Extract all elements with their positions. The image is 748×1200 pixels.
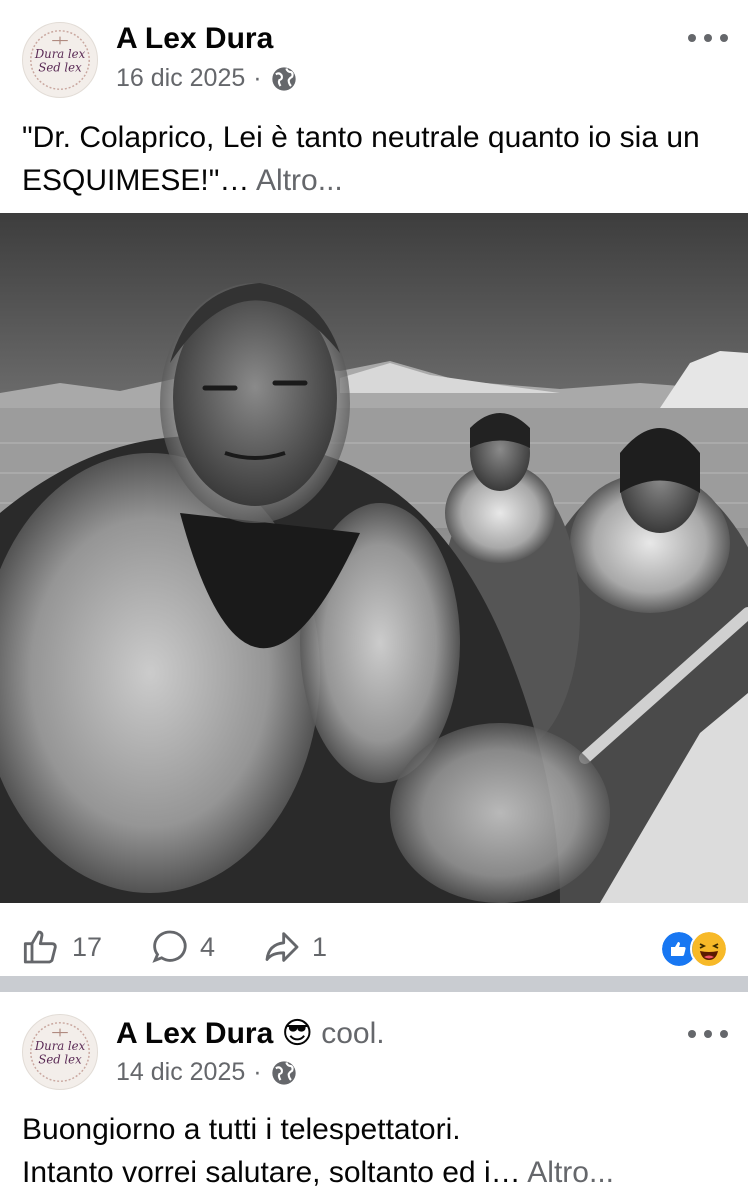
like-icon xyxy=(23,930,57,964)
meta-separator: · xyxy=(253,64,262,92)
avatar-text-1: Dura lex xyxy=(34,47,86,61)
post-body-line2-text: Intanto vorrei salutare, soltanto ed i… xyxy=(22,1156,521,1189)
post-text: Buongiorno a tutti i telespettatori. Int… xyxy=(22,1108,726,1194)
avatar-text-1: Dura lex xyxy=(34,1039,86,1053)
avatar-text-2: Sed lex xyxy=(38,61,82,75)
see-more-link[interactable]: Altro... xyxy=(527,1156,614,1189)
post-card: Dura lex Sed lex A Lex Dura 😎 cool. 14 d… xyxy=(0,992,748,1200)
comment-count: 4 xyxy=(200,931,216,962)
post-author[interactable]: A Lex Dura xyxy=(116,1017,273,1050)
post-actions: 17 4 1 xyxy=(0,920,748,974)
post-meta: 16 dic 2025 · xyxy=(116,64,298,93)
globe-icon xyxy=(271,66,296,91)
post-meta: 14 dic 2025 · xyxy=(116,1058,298,1087)
share-button[interactable]: 1 xyxy=(262,920,327,974)
globe-icon xyxy=(271,1060,296,1085)
post-date[interactable]: 16 dic 2025 xyxy=(116,64,245,93)
post-date[interactable]: 14 dic 2025 xyxy=(116,1058,245,1087)
page-avatar[interactable]: Dura lex Sed lex xyxy=(22,22,98,98)
post-body: "Dr. Colaprico, Lei è tanto neutrale qua… xyxy=(22,121,700,197)
post-body-line2: Intanto vorrei salutare, soltanto ed i… … xyxy=(22,1151,726,1194)
like-button[interactable]: 17 xyxy=(22,920,102,974)
more-options-icon[interactable] xyxy=(688,1024,728,1044)
page-avatar[interactable]: Dura lex Sed lex xyxy=(22,1014,98,1090)
haha-reaction-icon xyxy=(690,930,728,968)
post-photo[interactable] xyxy=(0,213,748,903)
see-more-link[interactable]: Altro... xyxy=(256,164,343,197)
photo-illustration xyxy=(0,213,748,903)
share-count: 1 xyxy=(312,931,328,962)
comment-icon xyxy=(152,930,187,963)
avatar-logo: Dura lex Sed lex xyxy=(30,30,90,90)
comment-button[interactable]: 4 xyxy=(150,920,215,974)
avatar-text-2: Sed lex xyxy=(38,1053,82,1067)
post-card: Dura lex Sed lex A Lex Dura 16 dic 2025 … xyxy=(0,0,748,976)
post-text: "Dr. Colaprico, Lei è tanto neutrale qua… xyxy=(22,116,726,202)
feeling-text: cool. xyxy=(321,1017,385,1050)
more-options-icon[interactable] xyxy=(688,28,728,48)
meta-separator: · xyxy=(253,1058,262,1086)
post-body-line1: Buongiorno a tutti i telespettatori. xyxy=(22,1113,461,1146)
feed-divider xyxy=(0,976,748,992)
avatar-logo: Dura lex Sed lex xyxy=(30,1022,90,1082)
like-count: 17 xyxy=(72,931,103,962)
share-icon xyxy=(265,932,299,962)
post-author-line: A Lex Dura 😎 cool. xyxy=(116,1016,385,1051)
feeling-emoji: 😎 xyxy=(281,1017,313,1050)
reaction-summary[interactable] xyxy=(660,930,728,968)
post-author[interactable]: A Lex Dura xyxy=(116,22,273,56)
